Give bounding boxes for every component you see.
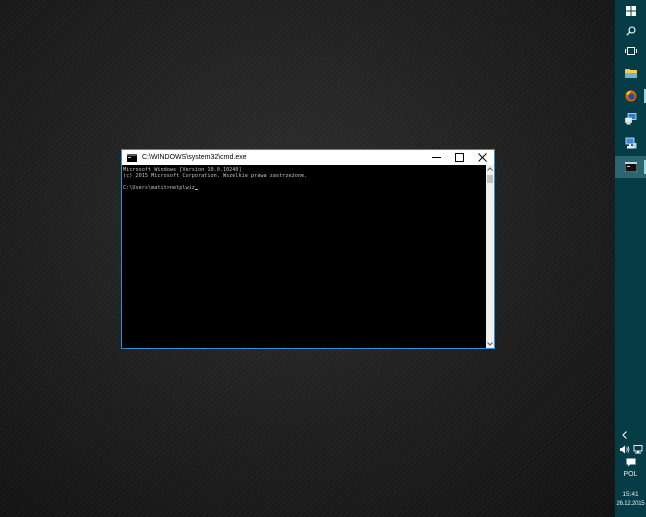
scroll-thumb[interactable] — [487, 175, 493, 183]
task-view-button[interactable] — [615, 40, 646, 62]
speaker-icon — [619, 445, 629, 453]
maximize-button[interactable] — [448, 150, 471, 165]
chevron-left-icon — [622, 431, 627, 439]
action-center-icon — [626, 458, 635, 466]
scroll-up-button[interactable] — [486, 165, 494, 173]
network-button[interactable] — [631, 442, 645, 456]
console-output[interactable]: Microsoft Windows [Version 10.0.10240] (… — [122, 165, 486, 348]
cmd-icon — [127, 153, 137, 162]
close-button[interactable] — [471, 150, 494, 165]
taskbar-remote-desktop[interactable] — [615, 108, 646, 130]
task-view-icon — [624, 47, 637, 55]
chevron-up-icon — [487, 167, 493, 171]
chevron-down-icon — [487, 342, 493, 346]
start-button[interactable] — [615, 0, 646, 22]
cmd-window[interactable]: C:\WINDOWS\system32\cmd.exe Microsoft Wi… — [121, 149, 495, 349]
title-bar[interactable]: C:\WINDOWS\system32\cmd.exe — [122, 150, 494, 165]
search-button[interactable] — [615, 20, 646, 42]
taskbar-network-computer[interactable] — [615, 132, 646, 154]
volume-button[interactable] — [617, 442, 632, 456]
taskbar-file-explorer[interactable] — [615, 62, 646, 84]
search-icon — [625, 26, 636, 36]
action-center-button[interactable] — [615, 455, 646, 469]
firefox-icon — [625, 90, 636, 102]
clock-time[interactable]: 15:41 — [615, 491, 646, 498]
windows-start-icon — [625, 6, 636, 16]
taskbar-firefox[interactable] — [615, 85, 646, 107]
console-command: C:\Users\matit>netplwiz — [123, 185, 195, 191]
network-icon — [633, 444, 643, 453]
close-icon — [478, 153, 487, 162]
network-computer-icon — [625, 137, 636, 149]
remote-desktop-icon — [624, 113, 636, 125]
taskbar-command-prompt[interactable] — [615, 156, 646, 178]
minimize-button[interactable] — [425, 150, 448, 165]
window-controls — [425, 150, 494, 165]
taskbar: POL 15:41 26.12.2015 — [615, 0, 646, 517]
scroll-down-button[interactable] — [486, 340, 494, 348]
vertical-scrollbar[interactable] — [486, 165, 494, 348]
maximize-icon — [455, 153, 464, 162]
command-prompt-icon — [624, 162, 637, 172]
window-title: C:\WINDOWS\system32\cmd.exe — [142, 154, 247, 161]
clock-date[interactable]: 26.12.2015 — [615, 501, 646, 507]
language-indicator[interactable]: POL — [615, 471, 646, 478]
minimize-icon — [432, 157, 441, 158]
file-explorer-icon — [624, 69, 637, 78]
text-cursor — [194, 189, 198, 190]
console-prompt-line[interactable]: C:\Users\matit>netplwiz — [123, 185, 486, 191]
